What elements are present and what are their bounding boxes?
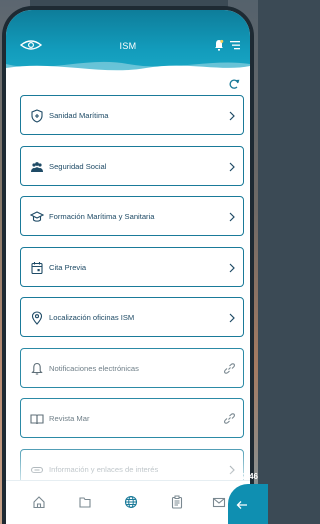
chevron-right-icon xyxy=(229,111,235,121)
refresh-icon[interactable] xyxy=(228,78,240,90)
menu-item-label: Sanidad Marítima xyxy=(49,111,109,120)
menu-item-label: Cita Previa xyxy=(49,262,87,272)
link-box-icon xyxy=(30,466,44,473)
chevron-right-icon xyxy=(229,162,235,171)
chevron-right-icon xyxy=(229,212,235,222)
home-icon[interactable] xyxy=(32,495,46,509)
mail-icon[interactable] xyxy=(212,495,226,509)
status-time: 2:46 xyxy=(241,472,258,481)
menu-item-localizacion-oficinas[interactable]: Localización oficinas ISM xyxy=(20,297,244,337)
shield-plus-icon xyxy=(31,109,43,123)
location-pin-icon xyxy=(31,311,43,325)
bell-outline-icon xyxy=(31,362,43,375)
menu-item-label: Localización oficinas ISM xyxy=(49,313,135,322)
people-icon xyxy=(31,161,43,172)
chevron-right-icon xyxy=(229,465,235,474)
calendar-icon xyxy=(31,261,43,274)
services-list: Sanidad Marítima Seguridad Social Formac… xyxy=(20,95,246,499)
menu-icon[interactable] xyxy=(230,40,240,50)
menu-item-sanidad-maritima[interactable]: Sanidad Marítima xyxy=(20,95,244,135)
chevron-right-icon xyxy=(229,313,235,323)
menu-item-label: Notificaciones electrónicas xyxy=(49,363,139,373)
graduation-cap-icon xyxy=(30,211,44,222)
menu-item-notificaciones[interactable]: Notificaciones electrónicas xyxy=(20,347,244,388)
menu-item-label: Seguridad Social xyxy=(49,161,107,171)
external-link-icon xyxy=(224,413,235,424)
menu-item-label: Revista Mar xyxy=(49,414,90,423)
chevron-right-icon xyxy=(229,263,235,272)
menu-item-label: Formación Marítima y Sanitaria xyxy=(49,212,155,221)
menu-item-revista-mar[interactable]: Revista Mar xyxy=(20,398,244,438)
globe-icon[interactable] xyxy=(124,495,138,509)
external-link-icon xyxy=(224,362,235,374)
bell-icon[interactable] xyxy=(214,39,224,51)
menu-item-seguridad-social[interactable]: Seguridad Social xyxy=(20,145,244,186)
menu-item-formacion[interactable]: Formación Marítima y Sanitaria xyxy=(20,196,244,236)
bottom-tab-bar xyxy=(6,480,250,524)
book-open-icon xyxy=(30,414,44,425)
arrow-left-icon xyxy=(236,501,247,509)
clipboard-icon[interactable] xyxy=(170,495,184,509)
menu-item-cita-previa[interactable]: Cita Previa xyxy=(20,246,244,287)
app-header: ISM xyxy=(6,10,250,76)
phone-frame: ISM Sanidad Marítima Seguridad Social Fo… xyxy=(2,6,254,524)
folder-icon[interactable] xyxy=(78,495,92,509)
header-wave xyxy=(6,61,250,76)
back-arrow-button[interactable] xyxy=(228,484,268,524)
app-screen: ISM Sanidad Marítima Seguridad Social Fo… xyxy=(6,10,250,524)
